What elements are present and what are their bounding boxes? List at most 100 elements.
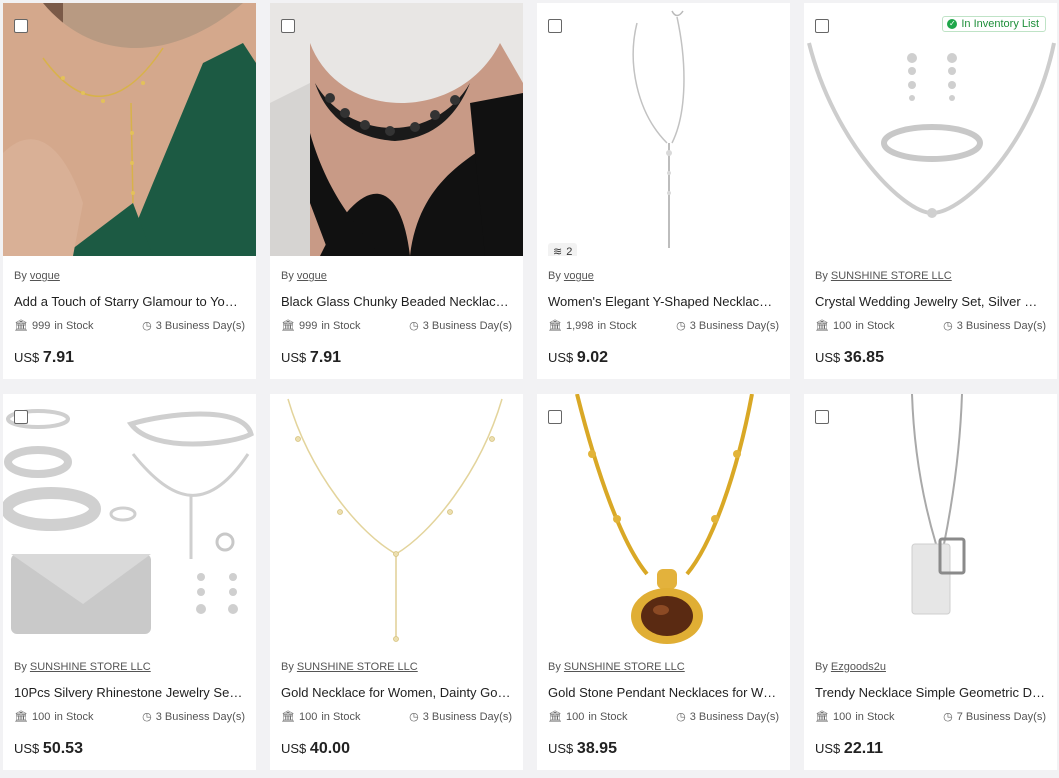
clock-icon: ◷	[943, 320, 953, 332]
stock-info: 🏛 100 in Stock	[548, 710, 627, 724]
select-checkbox[interactable]	[548, 410, 562, 424]
product-card[interactable]: ✓ In Inventory List By SUNSHINE STORE LLC…	[804, 3, 1057, 379]
seller-link[interactable]: SUNSHINE STORE LLC	[30, 661, 151, 673]
shipping-time: 3 Business Day(s)	[689, 320, 779, 332]
select-checkbox[interactable]	[815, 19, 829, 33]
product-image[interactable]	[3, 3, 256, 256]
select-checkbox[interactable]	[815, 410, 829, 424]
product-card[interactable]: ≋ 2 By vogue Women's Elegant Y-Shaped Nec…	[537, 3, 790, 379]
by-label: By	[14, 270, 27, 282]
currency-label: US$	[281, 741, 307, 756]
by-label: By	[548, 270, 561, 282]
seller-link[interactable]: vogue	[297, 270, 327, 282]
stock-count: 100	[832, 320, 852, 332]
stock-info: 🏛 1,998 in Stock	[548, 319, 637, 333]
seller-line: By SUNSHINE STORE LLC	[815, 269, 1046, 283]
seller-link[interactable]: vogue	[564, 270, 594, 282]
price-value: 9.02	[576, 349, 609, 366]
stock-suffix: in Stock	[321, 711, 361, 723]
seller-line: By Ezgoods2u	[815, 660, 1046, 674]
product-image[interactable]	[804, 394, 1057, 647]
product-image[interactable]	[537, 394, 790, 647]
product-title[interactable]: Add a Touch of Starry Glamour to Your Lo…	[14, 294, 245, 310]
product-card[interactable]: By vogue Black Glass Chunky Beaded Neckl…	[270, 3, 523, 379]
stock-suffix: in Stock	[54, 711, 94, 723]
price-value: 7.91	[309, 349, 342, 366]
product-card[interactable]: By SUNSHINE STORE LLC 10Pcs Silvery Rhin…	[3, 394, 256, 770]
product-image[interactable]: ✓ In Inventory List	[804, 3, 1057, 256]
seller-link[interactable]: SUNSHINE STORE LLC	[297, 661, 418, 673]
seller-line: By vogue	[548, 269, 779, 283]
clock-icon: ◷	[943, 711, 953, 723]
price-value: 7.91	[42, 349, 75, 366]
stock-info: 🏛 999 in Stock	[14, 319, 93, 333]
product-card[interactable]: By SUNSHINE STORE LLC Gold Necklace for …	[270, 394, 523, 770]
product-grid: By vogue Add a Touch of Starry Glamour t…	[0, 0, 1059, 770]
clock-icon: ◷	[409, 320, 419, 332]
variant-count: 2	[566, 245, 573, 257]
product-title[interactable]: Trendy Necklace Simple Geometric Double …	[815, 685, 1046, 701]
shipping-time: 3 Business Day(s)	[422, 320, 512, 332]
warehouse-icon: 🏛	[281, 320, 295, 332]
stock-suffix: in Stock	[321, 320, 361, 332]
price-value: 22.11	[843, 740, 884, 757]
product-title[interactable]: Black Glass Chunky Beaded Necklace for W…	[281, 294, 512, 310]
product-card[interactable]: By SUNSHINE STORE LLC Gold Stone Pendant…	[537, 394, 790, 770]
product-title[interactable]: Gold Necklace for Women, Dainty Gold Y N…	[281, 685, 512, 701]
select-checkbox[interactable]	[548, 19, 562, 33]
product-photo-black-beaded-necklace	[270, 3, 523, 256]
seller-link[interactable]: vogue	[30, 270, 60, 282]
product-title[interactable]: Gold Stone Pendant Necklaces for Women	[548, 685, 779, 701]
currency-label: US$	[815, 741, 841, 756]
by-label: By	[281, 661, 294, 673]
product-card[interactable]: By vogue Add a Touch of Starry Glamour t…	[3, 3, 256, 379]
shipping-info: ◷ 3 Business Day(s)	[409, 710, 512, 724]
seller-line: By SUNSHINE STORE LLC	[14, 660, 245, 674]
seller-link[interactable]: Ezgoods2u	[831, 661, 886, 673]
select-checkbox[interactable]	[14, 19, 28, 33]
inventory-badge: ✓ In Inventory List	[942, 16, 1046, 32]
variant-count-badge[interactable]: ≋ 2	[548, 243, 578, 257]
product-title[interactable]: Crystal Wedding Jewelry Set, Silver Neck…	[815, 294, 1046, 310]
shipping-info: ◷ 3 Business Day(s)	[142, 319, 245, 333]
stock-count: 999	[298, 320, 318, 332]
price-value: 36.85	[843, 349, 884, 366]
product-photo-crystal-jewelry-set	[804, 3, 1057, 256]
product-photo-gold-star-necklace	[3, 3, 256, 256]
select-checkbox[interactable]	[14, 410, 28, 424]
stock-count: 100	[565, 711, 585, 723]
product-photo-rhinestone-set-clutch	[3, 394, 256, 647]
seller-link[interactable]: SUNSHINE STORE LLC	[564, 661, 685, 673]
product-title[interactable]: Women's Elegant Y-Shaped Necklace with R…	[548, 294, 779, 310]
stock-info: 🏛 100 in Stock	[14, 710, 93, 724]
shipping-time: 3 Business Day(s)	[422, 711, 512, 723]
product-image[interactable]	[270, 394, 523, 647]
by-label: By	[815, 270, 828, 282]
product-title[interactable]: 10Pcs Silvery Rhinestone Jewelry Set wit…	[14, 685, 245, 701]
stock-info: 🏛 100 in Stock	[281, 710, 360, 724]
shipping-info: ◷ 7 Business Day(s)	[943, 710, 1046, 724]
clock-icon: ◷	[142, 320, 152, 332]
stock-count: 100	[298, 711, 318, 723]
product-card[interactable]: By Ezgoods2u Trendy Necklace Simple Geom…	[804, 394, 1057, 770]
warehouse-icon: 🏛	[14, 711, 28, 723]
product-image[interactable]	[270, 3, 523, 256]
clock-icon: ◷	[409, 711, 419, 723]
select-checkbox[interactable]	[281, 19, 295, 33]
warehouse-icon: 🏛	[281, 711, 295, 723]
product-image[interactable]: ≋ 2	[537, 3, 790, 256]
stock-info: 🏛 999 in Stock	[281, 319, 360, 333]
stock-count: 100	[832, 711, 852, 723]
price-value: 38.95	[576, 740, 617, 757]
price: US$ 7.91	[14, 349, 245, 367]
warehouse-icon: 🏛	[815, 320, 829, 332]
by-label: By	[14, 661, 27, 673]
clock-icon: ◷	[676, 711, 686, 723]
seller-link[interactable]: SUNSHINE STORE LLC	[831, 270, 952, 282]
check-circle-icon: ✓	[947, 19, 958, 29]
product-image[interactable]	[3, 394, 256, 647]
stock-suffix: in Stock	[597, 320, 637, 332]
price: US$ 22.11	[815, 740, 1046, 758]
shipping-info: ◷ 3 Business Day(s)	[943, 319, 1046, 333]
shipping-time: 3 Business Day(s)	[155, 320, 245, 332]
